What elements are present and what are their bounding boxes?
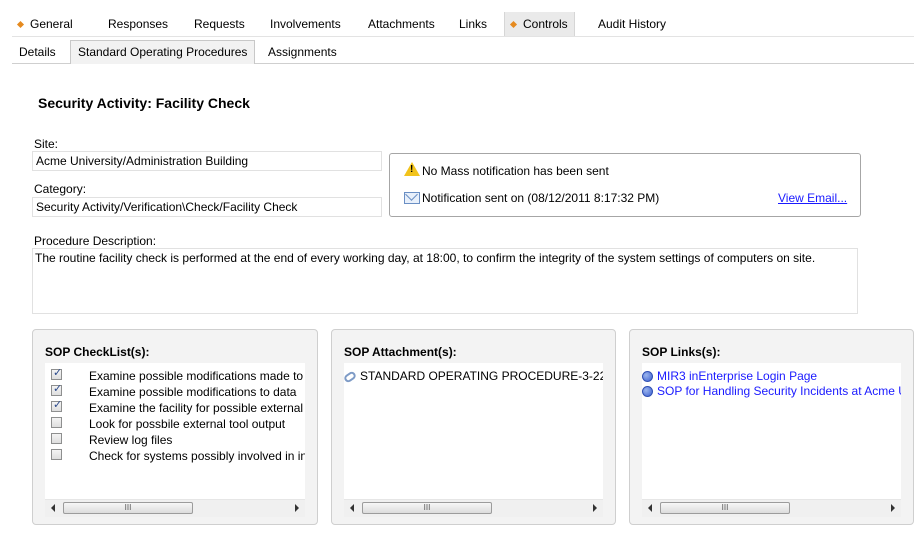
sop-attachments-panel: SOP Attachment(s): STANDARD OPERATING PR… [331, 329, 616, 525]
procedure-description-field[interactable]: The routine facility check is performed … [32, 248, 858, 314]
scroll-right-icon[interactable] [295, 504, 299, 512]
sop-checklist-list[interactable]: ✓ Examine possible modifications made to… [45, 363, 305, 517]
diamond-icon [16, 20, 25, 29]
sop-links-panel: SOP Links(s): MIR3 inEnterprise Login Pa… [629, 329, 914, 525]
notification-panel: ! No Mass notification has been sent Not… [389, 153, 861, 217]
tab-responses[interactable]: Responses [102, 12, 174, 36]
tab-controls[interactable]: Controls [504, 12, 575, 36]
mass-notification-status: No Mass notification has been sent [422, 164, 609, 178]
sop-attachments-list[interactable]: STANDARD OPERATING PROCEDURE-3-22-06 III [344, 363, 603, 517]
site-field[interactable]: Acme University/Administration Building [32, 151, 382, 171]
tab-attachments[interactable]: Attachments [362, 12, 441, 36]
category-field[interactable]: Security Activity/Verification\Check/Fac… [32, 197, 382, 217]
paperclip-icon [344, 370, 358, 384]
horizontal-scrollbar[interactable]: III [642, 499, 901, 517]
scroll-thumb[interactable]: III [362, 502, 492, 514]
horizontal-scrollbar[interactable]: III [45, 499, 305, 517]
scroll-left-icon[interactable] [648, 504, 652, 512]
tab-requests[interactable]: Requests [188, 12, 251, 36]
globe-icon [642, 371, 653, 382]
scroll-right-icon[interactable] [891, 504, 895, 512]
view-email-link[interactable]: View Email... [778, 191, 847, 205]
site-label: Site: [34, 137, 59, 151]
notification-sent-text: Notification sent on (08/12/2011 8:17:32… [422, 191, 660, 205]
checkbox[interactable]: ✓ [51, 367, 62, 380]
sop-links-list[interactable]: MIR3 inEnterprise Login Page SOP for Han… [642, 363, 901, 517]
email-icon [404, 192, 420, 204]
link-item[interactable]: MIR3 inEnterprise Login Page [642, 369, 817, 383]
page-title: Security Activity: Facility Check [38, 95, 250, 111]
tab-involvements[interactable]: Involvements [264, 12, 347, 36]
tab-audit-history[interactable]: Audit History [592, 12, 672, 36]
subtab-assignments[interactable]: Assignments [261, 41, 344, 63]
sop-links-title: SOP Links(s): [642, 345, 721, 359]
checkbox[interactable]: ✓ [51, 383, 62, 396]
subtab-details[interactable]: Details [12, 41, 63, 63]
scroll-thumb[interactable]: III [660, 502, 790, 514]
globe-icon [642, 386, 653, 397]
link-item[interactable]: SOP for Handling Security Incidents at A… [642, 384, 901, 398]
sop-checklist-panel: SOP CheckList(s): ✓ Examine possible mod… [32, 329, 318, 525]
sop-checklist-title: SOP CheckList(s): [45, 345, 150, 359]
diamond-icon [509, 20, 518, 29]
tab-links[interactable]: Links [453, 12, 493, 36]
tab-general[interactable]: General [12, 12, 79, 36]
procedure-description-label: Procedure Description: [34, 234, 157, 248]
attachment-item[interactable]: STANDARD OPERATING PROCEDURE-3-22-06 [344, 369, 603, 384]
warning-icon: ! [404, 162, 420, 176]
checkbox[interactable] [51, 449, 62, 460]
sop-attachments-title: SOP Attachment(s): [344, 345, 457, 359]
scroll-right-icon[interactable] [593, 504, 597, 512]
category-label: Category: [34, 182, 87, 196]
checkbox[interactable] [51, 417, 62, 428]
checkbox[interactable]: ✓ [51, 399, 62, 412]
scroll-left-icon[interactable] [350, 504, 354, 512]
checkbox[interactable] [51, 433, 62, 444]
sub-tab-bar: Details Standard Operating Procedures As… [12, 40, 914, 64]
scroll-thumb[interactable]: III [63, 502, 193, 514]
subtab-standard-operating-procedures[interactable]: Standard Operating Procedures [70, 40, 256, 64]
scroll-left-icon[interactable] [51, 504, 55, 512]
main-tab-bar: General Responses Requests Involvements … [12, 12, 914, 37]
horizontal-scrollbar[interactable]: III [344, 499, 603, 517]
